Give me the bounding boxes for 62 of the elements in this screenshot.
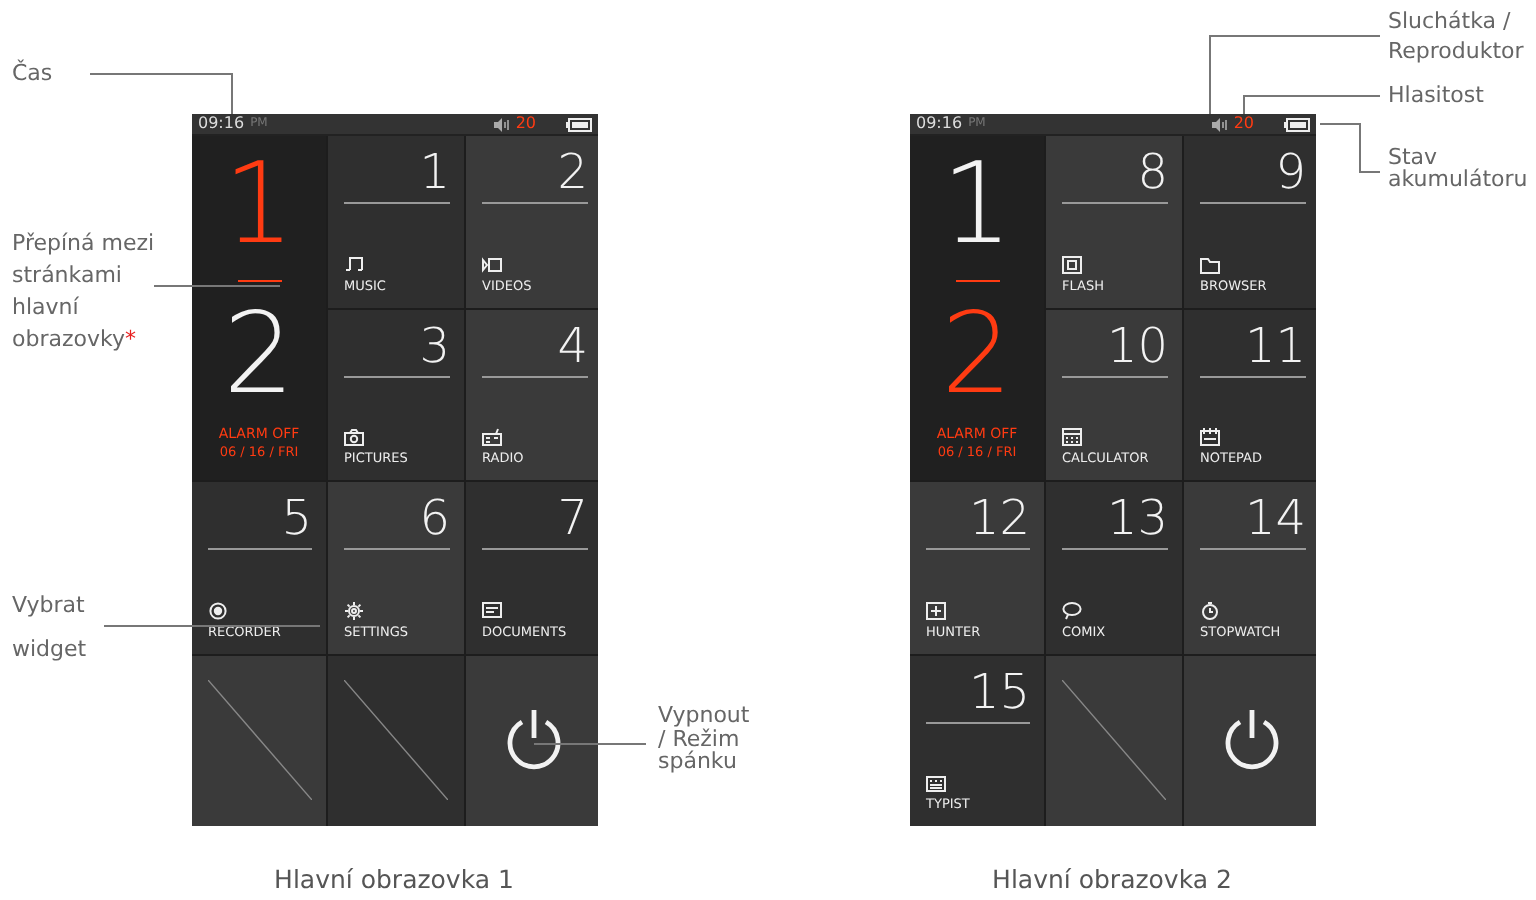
tile-number: 10 [1106,321,1168,369]
music-note-icon [344,255,364,273]
leader-line [533,743,647,745]
tile-number: 1 [419,148,450,196]
page-number[interactable]: 2 [223,298,295,414]
diagonal-line-icon [207,680,311,801]
tile-number: 15 [968,667,1030,715]
leader-line [89,73,233,115]
document-icon [482,601,502,619]
annotation-label: Přepíná mezi stránkami hlavní obrazovky* [12,228,156,356]
annotation-label: Čas [12,60,55,88]
tile-number: 2 [557,148,588,196]
page-number[interactable]: 2 [941,298,1013,414]
power-icon [504,708,564,773]
tile-number: 12 [968,494,1030,542]
keyboard-icon [926,774,946,792]
clock-time: 09:16 [198,116,245,132]
diagonal-line-icon [1062,680,1166,801]
leader-line [1319,123,1381,173]
tile-number: 9 [1275,148,1306,196]
volume-level: 20 [1233,116,1254,132]
tile-number: 11 [1244,321,1306,369]
power-icon [1222,708,1282,773]
record-icon [208,601,228,619]
screen-caption: Hlavní obrazovka 2 [990,864,1234,894]
gear-icon [344,601,364,619]
annotation-label: Sluchátka / Reproduktor [1388,6,1526,66]
film-icon [482,255,502,273]
clock-time: 09:16 [916,116,963,132]
tile-number: 6 [419,494,450,542]
notepad-icon [1200,428,1220,446]
annotation-label: Vybrat widget [12,590,89,666]
speech-bubble-icon [1062,601,1082,619]
tile-number: 3 [419,321,450,369]
tile-number: 5 [281,494,312,542]
camera-icon [344,428,364,446]
leader-line [153,285,281,287]
volume-level: 20 [515,116,536,132]
tile-number: 13 [1106,494,1168,542]
battery-icon [566,117,592,131]
tile-number: 4 [557,321,588,369]
speaker-icon [1211,117,1228,131]
screen-caption: Hlavní obrazovka 1 [272,864,516,894]
power-button[interactable] [466,655,598,826]
calculator-icon [1062,428,1082,446]
radio-icon [482,428,502,446]
speaker-icon [493,117,510,131]
annotation-label: Stav akumulátoru [1388,146,1530,190]
tile-number: 8 [1137,148,1168,196]
page-number[interactable]: 1 [941,148,1013,264]
annotation-label: Hlasitost [1388,82,1486,110]
diagonal-line-icon [344,680,448,801]
page-number[interactable]: 1 [223,148,295,264]
battery-icon [1284,117,1310,131]
power-button[interactable] [1184,655,1316,826]
stopwatch-icon [1200,601,1220,619]
target-box-icon [926,601,946,619]
tile-number: 7 [557,494,588,542]
framed-square-icon [1062,255,1082,273]
folder-icon [1200,255,1220,273]
annotation-label: Vypnout / Režim spánku [658,704,752,773]
tile-number: 14 [1244,494,1306,542]
